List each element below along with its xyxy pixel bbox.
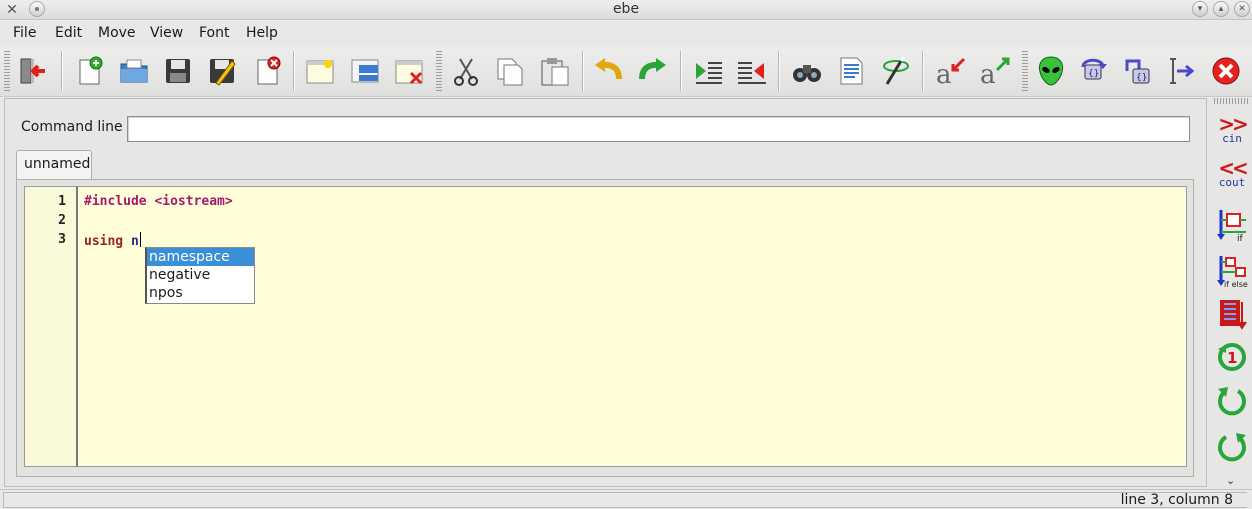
minimize-icon[interactable]: ▾ [1192,1,1208,17]
cut-icon[interactable] [448,53,484,89]
line-number: 3 [58,232,66,247]
cout-arrows-icon: << [1218,155,1248,180]
svg-text:if else: if else [1224,280,1248,288]
save-as-icon[interactable] [204,53,240,89]
exit-icon[interactable] [15,53,51,89]
cursor-position-status: line 3, column 8 [1120,492,1233,508]
menu-edit[interactable]: Edit [55,25,82,41]
font-larger-icon[interactable]: a [976,53,1012,89]
if-icon[interactable]: if [1214,206,1250,244]
find-icon[interactable] [789,53,825,89]
cout-button[interactable]: << cout [1214,154,1250,192]
text-cursor [139,232,141,247]
menu-view[interactable]: View [150,25,183,41]
code-templates-panel: >> cin << cout if if else 1 [1210,98,1252,489]
maximize-icon[interactable]: ▴ [1213,1,1229,17]
code-line-3: using n [84,232,141,249]
for-loop-icon[interactable]: 1 [1214,338,1250,376]
autocomplete-item[interactable]: namespace [147,248,254,266]
alien-icon[interactable] [1033,53,1069,89]
if-else-icon[interactable]: if else [1214,252,1250,290]
close-file-icon[interactable] [249,53,285,89]
magic-wand-icon[interactable] [877,53,913,89]
svg-text:a: a [936,60,952,87]
paste-icon[interactable] [536,53,572,89]
cin-button[interactable]: >> cin [1214,110,1250,148]
unindent-icon[interactable] [734,53,770,89]
command-line-input[interactable] [127,116,1190,142]
run-to-cursor-icon[interactable] [1163,53,1199,89]
line-number: 2 [58,213,66,228]
step-over-icon[interactable]: {} [1076,53,1112,89]
undo-icon[interactable] [590,53,626,89]
save-icon[interactable] [160,53,196,89]
autocomplete-item[interactable]: negative [147,266,254,284]
preprocessor-token: #include <iostream> [84,194,233,209]
switch-icon[interactable] [1214,296,1250,334]
open-file-icon[interactable] [116,53,152,89]
status-bar: line 3, column 8 [0,489,1252,509]
new-file-icon[interactable] [71,53,107,89]
menu-move[interactable]: Move [98,25,136,41]
comment-icon[interactable] [833,53,869,89]
window-title: ebe [612,1,640,17]
line-number-gutter: 1 2 3 [24,186,76,467]
do-while-loop-icon[interactable] [1214,428,1250,466]
toolbar-grip[interactable] [4,51,10,93]
line-number: 1 [58,194,66,209]
dock-pane-icon[interactable] [347,53,383,89]
menu-file[interactable]: File [13,25,36,41]
font-smaller-icon[interactable]: a [932,53,968,89]
tab-unnamed[interactable]: unnamed [16,150,92,180]
step-into-icon[interactable]: {} [1119,53,1155,89]
keyword-token: using [84,234,124,249]
svg-text:1: 1 [1227,349,1237,367]
svg-text:a: a [980,60,996,87]
cin-arrows-icon: >> [1218,111,1248,136]
svg-text:{}: {} [1136,73,1147,83]
stop-icon[interactable] [1208,53,1244,89]
autocomplete-popup: namespace negative npos [145,247,255,304]
redo-icon[interactable] [635,53,671,89]
menu-bar: File Edit Move View Font Help [0,21,1252,47]
autocomplete-item[interactable]: npos [147,284,254,302]
svg-text:if: if [1237,234,1244,242]
identifier-token: n [130,234,139,249]
close-window-icon[interactable]: ✕ [1234,1,1250,17]
menu-help[interactable]: Help [246,25,278,41]
title-bar: ✕ ebe ▾ ▴ ✕ [0,0,1252,20]
code-line-1: #include <iostream> [84,194,233,209]
command-line-label: Command line [21,119,123,135]
svg-text:{}: {} [1088,69,1099,79]
more-chevron-icon[interactable]: ⌄ [1226,474,1235,487]
code-editor[interactable]: #include <iostream> using n [76,186,1187,467]
copy-icon[interactable] [492,53,528,89]
menu-font[interactable]: Font [199,25,229,41]
indent-icon[interactable] [690,53,726,89]
toolbar: a a {} {} [0,47,1252,97]
while-loop-icon[interactable] [1214,382,1250,420]
panel-grip[interactable] [1214,98,1248,104]
close-pane-icon[interactable] [391,53,427,89]
new-pane-icon[interactable] [302,53,338,89]
